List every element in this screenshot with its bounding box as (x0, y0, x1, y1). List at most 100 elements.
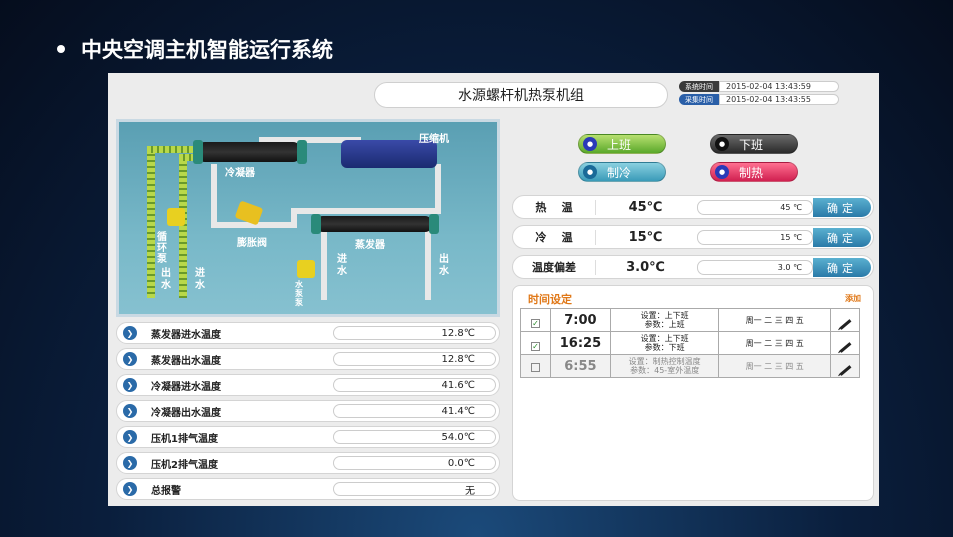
edit-icon[interactable] (839, 364, 851, 376)
condenser-in-label: 进 水 (195, 268, 205, 291)
confirm-button[interactable]: 确定 (813, 198, 871, 217)
evaporator-in-label: 进 水 (337, 254, 347, 277)
schedule-table: ✓ 7:00 设置：上下班 参数：上班 周一 二 三 四 五 ✓ 16:25 设置… (520, 308, 860, 378)
water-pump (297, 260, 315, 278)
schedule-time: 6:55 (549, 354, 611, 378)
sensor-label: 压机1排气温度 (151, 433, 218, 445)
evaporator-label: 蒸发器 (355, 240, 385, 251)
param-input[interactable]: 3.0 ℃ (697, 260, 813, 275)
power-icon: ● (583, 137, 597, 151)
schedule-checkbox[interactable]: ✓ (530, 318, 540, 328)
sensor-label: 蒸发器出水温度 (151, 355, 221, 367)
sensor-row[interactable]: ❯ 蒸发器进水温度 12.8℃ (116, 322, 500, 344)
schedule-desc: 设置：上下班 参数：上班 (609, 308, 720, 332)
confirm-button[interactable]: 确定 (813, 228, 871, 247)
sensor-value: 41.6℃ (333, 378, 496, 392)
sensor-label: 冷凝器进水温度 (151, 381, 221, 393)
green-pipe-top1 (147, 146, 199, 153)
param-row-deviation: 温度偏差 3.0℃ 3.0 ℃ 确定 (512, 255, 874, 279)
compressor-label: 压缩机 (419, 134, 449, 145)
off-duty-button[interactable]: ● 下班 (710, 134, 798, 154)
on-duty-button[interactable]: ● 上班 (578, 134, 666, 154)
chevron-right-icon: ❯ (123, 378, 137, 392)
confirm-button[interactable]: 确定 (813, 258, 871, 277)
evaporator-out-label: 出 水 (439, 254, 449, 277)
sensor-value: 12.8℃ (333, 326, 496, 340)
sensor-row[interactable]: ❯ 压机2排气温度 0.0℃ (116, 452, 500, 474)
param-row-heat: 热 温 45℃ 45 ℃ 确定 (512, 195, 874, 219)
cooling-button[interactable]: ● 制冷 (578, 162, 666, 182)
collect-time-value: 2015-02-04 13:43:55 (719, 94, 839, 105)
sensor-label: 总报警 (151, 485, 181, 497)
sensor-row[interactable]: ❯ 压机1排气温度 54.0℃ (116, 426, 500, 448)
schedule-desc: 设置：制热控制温度 参数：45-室外温度 (609, 354, 720, 378)
sensor-row[interactable]: ❯ 蒸发器出水温度 12.8℃ (116, 348, 500, 370)
system-time-row: 系统时间 2015-02-04 13:43:59 (679, 81, 839, 92)
sensor-value: 无 (333, 482, 496, 497)
chevron-right-icon: ❯ (123, 404, 137, 418)
main-panel: 水源螺杆机热泵机组 系统时间 2015-02-04 13:43:59 采集时间 … (108, 73, 879, 506)
schedule-setting: 设置：上下班 (640, 334, 689, 343)
table-row: ✓ 16:25 设置：上下班 参数：下班 周一 二 三 四 五 (520, 331, 860, 355)
schedule-time: 7:00 (549, 308, 611, 332)
system-time-label: 系统时间 (679, 81, 719, 92)
condenser-out-label: 出 水 (161, 268, 171, 291)
param-input[interactable]: 45 ℃ (697, 200, 813, 215)
schedule-title: 时间设定 (528, 293, 572, 306)
schedule-desc: 设置：上下班 参数：下班 (609, 331, 720, 355)
condenser-label: 冷凝器 (225, 168, 255, 179)
schedule-checkbox[interactable] (530, 362, 540, 372)
table-row: 6:55 设置：制热控制温度 参数：45-室外温度 周一 二 三 四 五 (520, 354, 860, 378)
sensor-value: 12.8℃ (333, 352, 496, 366)
sensor-list: ❯ 蒸发器进水温度 12.8℃ ❯ 蒸发器出水温度 12.8℃ ❯ 冷凝器进水温… (116, 322, 500, 504)
snowflake-icon: ● (583, 165, 597, 179)
pipe-evap-out (425, 230, 431, 300)
slide-title-text: 中央空调主机智能运行系统 (81, 38, 333, 62)
schedule-panel: 时间设定 添加 ✓ 7:00 设置：上下班 参数：上班 周一 二 三 四 五 ✓ … (512, 285, 874, 501)
sensor-value: 54.0℃ (333, 430, 496, 444)
param-label: 热 温 (535, 201, 573, 214)
sensor-value: 0.0℃ (333, 456, 496, 470)
collect-time-row: 采集时间 2015-02-04 13:43:55 (679, 94, 839, 105)
heating-button[interactable]: ● 制热 (710, 162, 798, 182)
sensor-row[interactable]: ❯ 冷凝器出水温度 41.4℃ (116, 400, 500, 422)
condenser-flange-right (297, 140, 307, 164)
add-schedule-button[interactable]: 添加 (845, 293, 861, 304)
system-time-value: 2015-02-04 13:43:59 (719, 81, 839, 92)
schedule-days: 周一 二 三 四 五 (718, 331, 832, 355)
table-row: ✓ 7:00 设置：上下班 参数：上班 周一 二 三 四 五 (520, 308, 860, 332)
green-pipe-left (147, 150, 155, 298)
circulation-pump (167, 208, 185, 226)
flame-icon: ● (715, 165, 729, 179)
sensor-label: 冷凝器出水温度 (151, 407, 221, 419)
schedule-days: 周一 二 三 四 五 (718, 308, 832, 332)
param-input[interactable]: 15 ℃ (697, 230, 813, 245)
edit-icon[interactable] (839, 341, 851, 353)
param-row-cool: 冷 温 15℃ 15 ℃ 确定 (512, 225, 874, 249)
pipe-evap-in (321, 230, 327, 300)
green-pipe-right (179, 154, 187, 298)
evaporator-flange-right (429, 214, 439, 234)
power-icon: ● (715, 137, 729, 151)
schedule-checkbox[interactable]: ✓ (530, 341, 540, 351)
condenser-vessel (197, 142, 301, 162)
circulation-pump-label: 循环泵 (157, 232, 167, 265)
schedule-param: 参数：45-室外温度 (630, 366, 700, 375)
expansion-valve-label: 膨胀阀 (237, 238, 267, 249)
sensor-row[interactable]: ❯ 冷凝器进水温度 41.6℃ (116, 374, 500, 396)
chevron-right-icon: ❯ (123, 482, 137, 496)
sensor-row[interactable]: ❯ 总报警 无 (116, 478, 500, 500)
off-duty-label: 下班 (739, 137, 764, 152)
condenser-flange-left (193, 140, 203, 164)
sensor-label: 压机2排气温度 (151, 459, 218, 471)
evaporator-vessel (315, 216, 433, 232)
collect-time-label: 采集时间 (679, 94, 719, 105)
sensor-label: 蒸发器进水温度 (151, 329, 221, 341)
water-pump-label: 水泵泵 (295, 280, 303, 307)
heat-pump-diagram: 冷凝器 压缩机 膨胀阀 蒸发器 循环泵 水泵泵 出 水 进 水 进 水 出 水 (116, 119, 500, 317)
schedule-param: 参数：下班 (644, 343, 685, 352)
slide-title: 中央空调主机智能运行系统 (57, 34, 333, 64)
edit-icon[interactable] (839, 318, 851, 330)
param-label: 冷 温 (535, 231, 573, 244)
pipe-left-vert (211, 164, 217, 226)
